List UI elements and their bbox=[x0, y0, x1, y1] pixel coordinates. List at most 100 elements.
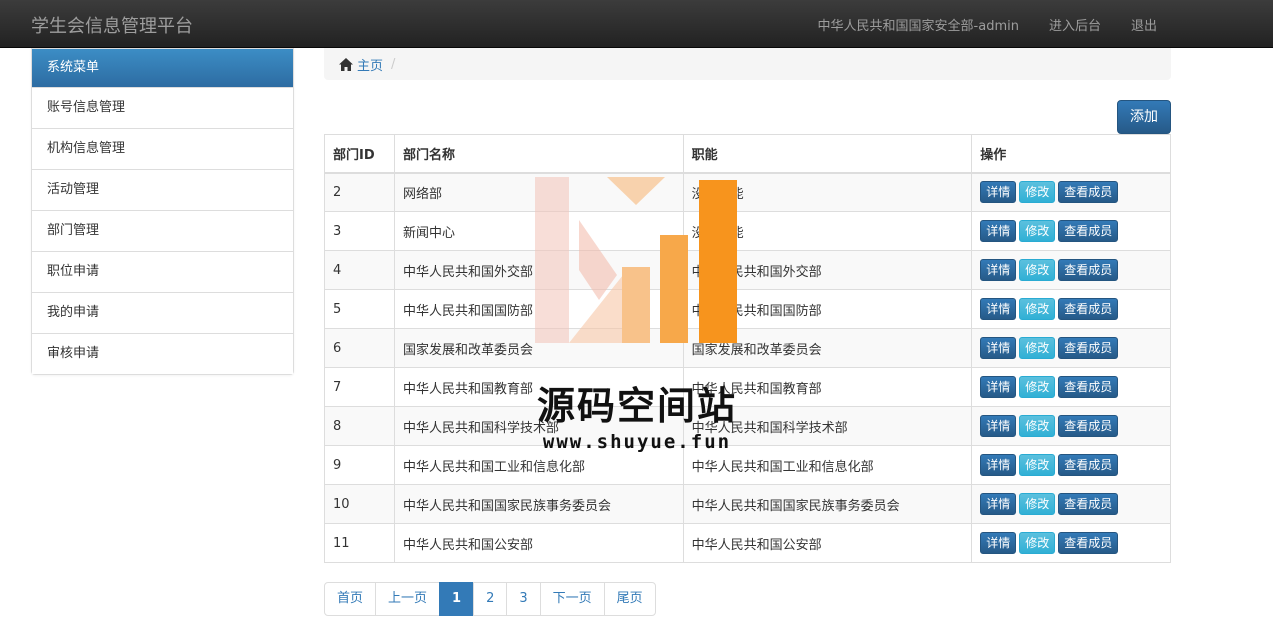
view-members-button[interactable]: 查看成员 bbox=[1058, 337, 1119, 359]
cell-name: 新闻中心 bbox=[393, 211, 684, 251]
header-name: 部门名称 bbox=[393, 134, 684, 174]
app-brand[interactable]: 学生会信息管理平台 bbox=[31, 12, 193, 38]
detail-button[interactable]: 详情 bbox=[980, 298, 1017, 320]
detail-button[interactable]: 详情 bbox=[980, 493, 1017, 515]
sidebar-item-organization[interactable]: 机构信息管理 bbox=[32, 128, 293, 169]
breadcrumb: 主页 / bbox=[324, 48, 1171, 80]
page-prev-button[interactable]: 上一页 bbox=[375, 582, 441, 616]
cell-name: 中华人民共和国国防部 bbox=[393, 289, 684, 329]
cell-function: 中华人民共和国教育部 bbox=[682, 367, 973, 407]
sidebar-item-review[interactable]: 审核申请 bbox=[32, 333, 293, 374]
cell-function: 中华人民共和国科学技术部 bbox=[682, 406, 973, 446]
edit-button[interactable]: 修改 bbox=[1019, 493, 1056, 515]
detail-button[interactable]: 详情 bbox=[980, 532, 1017, 554]
view-members-button[interactable]: 查看成员 bbox=[1058, 220, 1119, 242]
table-row: 4 中华人民共和国外交部 中华人民共和国外交部 详情 修改 查看成员 bbox=[324, 250, 1171, 290]
pagination: 首页 上一页 1 2 3 下一页 尾页 bbox=[324, 582, 656, 616]
cell-ops: 详情 修改 查看成员 bbox=[971, 328, 1171, 368]
table-header-row: 部门ID 部门名称 职能 操作 bbox=[324, 134, 1171, 174]
cell-id: 5 bbox=[324, 289, 395, 329]
detail-button[interactable]: 详情 bbox=[980, 376, 1017, 398]
sidebar-item-account[interactable]: 账号信息管理 bbox=[32, 87, 293, 128]
table-row: 11 中华人民共和国公安部 中华人民共和国公安部 详情 修改 查看成员 bbox=[324, 523, 1171, 563]
cell-name: 中华人民共和国外交部 bbox=[393, 250, 684, 290]
edit-button[interactable]: 修改 bbox=[1019, 415, 1056, 437]
page-3-button[interactable]: 3 bbox=[506, 582, 541, 616]
cell-name: 中华人民共和国教育部 bbox=[393, 367, 684, 407]
view-members-button[interactable]: 查看成员 bbox=[1058, 415, 1119, 437]
detail-button[interactable]: 详情 bbox=[980, 454, 1017, 476]
cell-ops: 详情 修改 查看成员 bbox=[971, 484, 1171, 524]
header-id: 部门ID bbox=[324, 134, 395, 174]
cell-function: 没有职能 bbox=[682, 211, 973, 251]
edit-button[interactable]: 修改 bbox=[1019, 220, 1056, 242]
detail-button[interactable]: 详情 bbox=[980, 337, 1017, 359]
edit-button[interactable]: 修改 bbox=[1019, 298, 1056, 320]
current-user-link[interactable]: 中华人民共和国国家安全部-admin bbox=[803, 15, 1034, 34]
sidebar-item-position-apply[interactable]: 职位申请 bbox=[32, 251, 293, 292]
sidebar-heading: 系统菜单 bbox=[32, 49, 293, 87]
cell-id: 4 bbox=[324, 250, 395, 290]
breadcrumb-home-link[interactable]: 主页 bbox=[357, 55, 383, 74]
detail-button[interactable]: 详情 bbox=[980, 259, 1017, 281]
edit-button[interactable]: 修改 bbox=[1019, 532, 1056, 554]
view-members-button[interactable]: 查看成员 bbox=[1058, 298, 1119, 320]
page-2-button[interactable]: 2 bbox=[473, 582, 508, 616]
cell-name: 中华人民共和国公安部 bbox=[393, 523, 684, 563]
view-members-button[interactable]: 查看成员 bbox=[1058, 181, 1119, 204]
cell-function: 国家发展和改革委员会 bbox=[682, 328, 973, 368]
sidebar-item-my-apply[interactable]: 我的申请 bbox=[32, 292, 293, 333]
cell-id: 6 bbox=[324, 328, 395, 368]
table-row: 9 中华人民共和国工业和信息化部 中华人民共和国工业和信息化部 详情 修改 查看成员 bbox=[324, 445, 1171, 485]
view-members-button[interactable]: 查看成员 bbox=[1058, 259, 1119, 281]
cell-ops: 详情 修改 查看成员 bbox=[971, 367, 1171, 407]
page-last-button[interactable]: 尾页 bbox=[603, 582, 656, 616]
cell-function: 中华人民共和国国家民族事务委员会 bbox=[682, 484, 973, 524]
page-1-button[interactable]: 1 bbox=[439, 582, 475, 616]
detail-button[interactable]: 详情 bbox=[980, 181, 1017, 204]
detail-button[interactable]: 详情 bbox=[980, 220, 1017, 242]
sidebar-menu: 系统菜单 账号信息管理 机构信息管理 活动管理 部门管理 职位申请 我的申请 审… bbox=[31, 48, 294, 375]
cell-ops: 详情 修改 查看成员 bbox=[971, 211, 1171, 251]
cell-name: 中华人民共和国工业和信息化部 bbox=[393, 445, 684, 485]
admin-panel-link[interactable]: 进入后台 bbox=[1034, 15, 1116, 34]
view-members-button[interactable]: 查看成员 bbox=[1058, 376, 1119, 398]
cell-name: 网络部 bbox=[393, 172, 684, 212]
edit-button[interactable]: 修改 bbox=[1019, 181, 1056, 204]
add-department-button[interactable]: 添加 bbox=[1117, 100, 1171, 134]
sidebar-item-activity[interactable]: 活动管理 bbox=[32, 169, 293, 210]
cell-ops: 详情 修改 查看成员 bbox=[971, 250, 1171, 290]
table-row: 7 中华人民共和国教育部 中华人民共和国教育部 详情 修改 查看成员 bbox=[324, 367, 1171, 407]
view-members-button[interactable]: 查看成员 bbox=[1058, 493, 1119, 515]
home-icon bbox=[339, 57, 353, 71]
table-row: 8 中华人民共和国科学技术部 中华人民共和国科学技术部 详情 修改 查看成员 bbox=[324, 406, 1171, 446]
cell-ops: 详情 修改 查看成员 bbox=[971, 289, 1171, 329]
edit-button[interactable]: 修改 bbox=[1019, 259, 1056, 281]
cell-ops: 详情 修改 查看成员 bbox=[971, 523, 1171, 563]
cell-function: 中华人民共和国国防部 bbox=[682, 289, 973, 329]
view-members-button[interactable]: 查看成员 bbox=[1058, 532, 1119, 554]
sidebar-item-department[interactable]: 部门管理 bbox=[32, 210, 293, 251]
table-body: 2 网络部 没有职能 详情 修改 查看成员 3 新闻中心 没有职能 详情 修改 查看成员 4 中华人民共和… bbox=[324, 172, 1171, 563]
cell-function: 中华人民共和国外交部 bbox=[682, 250, 973, 290]
cell-ops: 详情 修改 查看成员 bbox=[971, 172, 1171, 212]
edit-button[interactable]: 修改 bbox=[1019, 337, 1056, 359]
cell-function: 中华人民共和国公安部 bbox=[682, 523, 973, 563]
cell-name: 中华人民共和国国家民族事务委员会 bbox=[393, 484, 684, 524]
detail-button[interactable]: 详情 bbox=[980, 415, 1017, 437]
cell-name: 国家发展和改革委员会 bbox=[393, 328, 684, 368]
table-row: 6 国家发展和改革委员会 国家发展和改革委员会 详情 修改 查看成员 bbox=[324, 328, 1171, 368]
cell-function: 没有职能 bbox=[682, 172, 973, 212]
top-navbar: 学生会信息管理平台 中华人民共和国国家安全部-admin 进入后台 退出 bbox=[0, 0, 1273, 48]
page-next-button[interactable]: 下一页 bbox=[539, 582, 605, 616]
view-members-button[interactable]: 查看成员 bbox=[1058, 454, 1119, 476]
cell-id: 10 bbox=[324, 484, 395, 524]
page-first-button[interactable]: 首页 bbox=[324, 582, 377, 616]
table-row: 10 中华人民共和国国家民族事务委员会 中华人民共和国国家民族事务委员会 详情 修改 查看… bbox=[324, 484, 1171, 524]
breadcrumb-separator: / bbox=[391, 56, 396, 72]
edit-button[interactable]: 修改 bbox=[1019, 376, 1056, 398]
edit-button[interactable]: 修改 bbox=[1019, 454, 1056, 476]
logout-link[interactable]: 退出 bbox=[1116, 15, 1273, 34]
cell-ops: 详情 修改 查看成员 bbox=[971, 445, 1171, 485]
header-function: 职能 bbox=[682, 134, 973, 174]
